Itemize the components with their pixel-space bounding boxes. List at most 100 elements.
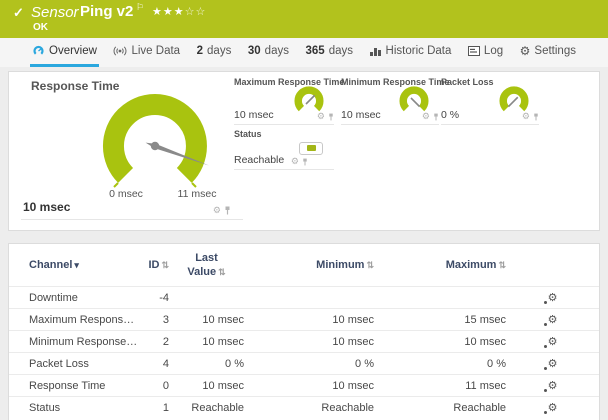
cell-maximum [374,286,506,309]
tab-overview[interactable]: Overview [30,38,99,67]
cell-minimum [244,286,374,309]
channel-settings-icon[interactable]: ⚙ [543,402,557,414]
gauge-title: Packet Loss [441,77,494,87]
tab-2-days[interactable]: 2 days [195,38,234,64]
stars-filled[interactable]: ★★★ [152,6,185,18]
tab-settings[interactable]: ⚙ Settings [518,38,578,64]
cell-minimum: 0 % [244,352,374,375]
pin-icon[interactable] [533,113,539,121]
tab-live-data[interactable]: Live Data [111,38,182,64]
tab-number: 365 [305,45,325,57]
gear-icon[interactable]: ⚙ [422,112,430,121]
gear-icon[interactable]: ⚙ [522,112,530,121]
cell-id: 4 [139,352,169,375]
gear-icon[interactable]: ⚙ [213,206,221,215]
cell-last-value: 10 msec [169,374,244,397]
overview-gauges-panel: Response Time 0 msec 11 msec 10 msec ⚙ M… [8,71,600,231]
panel-corner-icons: ⚙ [522,112,539,121]
dot [543,322,547,326]
dot [543,366,547,370]
sort-icon: ⇅ [218,267,226,277]
tab-log[interactable]: Log [466,38,505,64]
cell-maximum: 15 msec [374,308,506,331]
pin-icon[interactable] [224,206,231,215]
minimum-response-time-panel: Minimum Response Time 10 msec ⚙ [341,77,449,125]
column-header-maximum[interactable]: Maximum ⇅ [374,244,506,287]
channels-table-panel: Channel ▾ ID ⇅ Last Value ⇅ Minimum ⇅ Maximu… [8,243,600,420]
tab-label: Settings [534,45,576,57]
priority-stars[interactable]: ★★★☆☆ [152,5,206,18]
channel-settings-icon[interactable]: ⚙ [543,314,557,326]
cell-minimum: 10 msec [244,308,374,331]
gauge-title: Maximum Response Time [234,77,345,87]
tab-label: days [328,45,353,57]
panel-corner-icons: ⚙ [317,112,334,121]
table-row: Response Time 0 10 msec 10 msec 11 msec … [9,374,599,397]
tab-label: Log [483,45,504,57]
table-row: Minimum Response Time 2 10 msec 10 msec … [9,330,599,353]
column-header-id[interactable]: ID ⇅ [139,244,169,287]
gauge-value: 10 msec [341,109,381,121]
cell-channel: Minimum Response Time [9,330,139,353]
cell-maximum: Reachable [374,396,506,418]
maximum-response-time-panel: Maximum Response Time 10 msec ⚙ [234,77,344,125]
channels-table: Channel ▾ ID ⇅ Last Value ⇅ Minimum ⇅ Maximu… [9,244,599,418]
gauge-title: Minimum Response Time [341,77,450,87]
sort-desc-icon: ▾ [74,260,79,270]
status-indicator [299,142,323,155]
dot [543,388,547,392]
gauge-title: Status [234,129,262,139]
column-header-minimum[interactable]: Minimum ⇅ [244,244,374,287]
pin-icon[interactable] [302,158,308,166]
gauge-value: 10 msec [23,200,71,214]
pin-icon[interactable] [433,113,439,121]
table-row: Packet Loss 4 0 % 0 % 0 % ⚙ [9,352,599,375]
gauge-value: 10 msec [234,109,274,121]
channel-settings-icon[interactable]: ⚙ [543,358,557,370]
column-header-actions [506,244,599,287]
tab-30-days[interactable]: 30 days [246,38,291,64]
cell-last-value: 10 msec [169,330,244,353]
gauge-value: Reachable [234,154,285,166]
stars-empty[interactable]: ☆☆ [185,6,207,18]
cell-last-value: 10 msec [169,308,244,331]
sort-icon: ⇅ [498,260,506,270]
cell-maximum: 11 msec [374,374,506,397]
column-header-last-value[interactable]: Last Value ⇅ [169,244,244,287]
dot [543,410,547,414]
cell-channel: Response Time [9,374,139,397]
cell-minimum: Reachable [244,396,374,418]
channel-settings-icon[interactable]: ⚙ [543,292,557,304]
cell-last-value: Reachable [169,396,244,418]
tab-historic-data[interactable]: Historic Data [368,38,454,64]
tab-label: Historic Data [385,45,452,57]
cell-id: 3 [139,308,169,331]
channel-settings-icon[interactable]: ⚙ [543,336,557,348]
sensor-title: Ping v2 [80,3,134,20]
cell-last-value: 0 % [169,352,244,375]
tab-number: 2 [196,45,204,57]
cell-maximum: 0 % [374,352,506,375]
sensor-status-text: OK [33,22,48,33]
bar-chart-icon [369,48,381,56]
live-signal-icon [114,46,127,56]
priority-flag-icon[interactable]: ⚐ [136,2,144,13]
cell-maximum: 10 msec [374,330,506,353]
sort-icon: ⇅ [161,260,169,270]
cell-last-value [169,286,244,309]
gear-icon[interactable]: ⚙ [291,157,299,166]
cell-channel: Packet Loss [9,352,139,375]
pin-icon[interactable] [328,113,334,121]
gear-icon[interactable]: ⚙ [317,112,325,121]
packet-loss-panel: Packet Loss 0 % ⚙ [441,77,539,125]
status-led-green [307,145,316,151]
sort-icon: ⇅ [366,260,374,270]
channel-settings-icon[interactable]: ⚙ [543,380,557,392]
cell-id: -4 [139,286,169,309]
table-row: Status 1 Reachable Reachable Reachable ⚙ [9,396,599,418]
tab-365-days[interactable]: 365 days [304,38,355,64]
tab-number: 30 [247,45,261,57]
cell-minimum: 10 msec [244,374,374,397]
log-list-icon [467,46,480,56]
column-header-channel[interactable]: Channel ▾ [9,244,139,287]
